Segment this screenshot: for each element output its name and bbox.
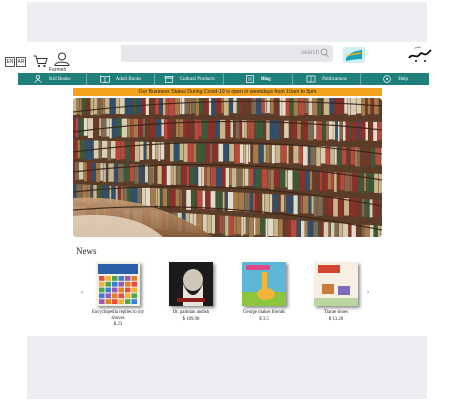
status-banner: Our Business Status During Covid-19 is o…	[73, 88, 382, 96]
book-cover[interactable]	[96, 262, 140, 306]
top-banner-placeholder	[27, 2, 427, 42]
help-icon	[383, 75, 392, 83]
news-heading: News	[76, 246, 97, 256]
bottom-banner-placeholder	[27, 336, 427, 399]
carousel-prev-button[interactable]: ‹	[81, 290, 83, 296]
nav-label: Adult Books	[115, 76, 142, 82]
search-bar[interactable]: search	[121, 45, 333, 62]
site-logo[interactable]: نشر	[406, 42, 434, 64]
blog-icon	[246, 75, 254, 83]
lang-ar-button[interactable]: AR	[16, 57, 26, 67]
kid-icon	[34, 75, 42, 83]
search-icon[interactable]	[320, 48, 329, 58]
nav-blog[interactable]: Blog	[224, 73, 293, 85]
news-card[interactable]: Dr. paimian andish $ 109.90	[163, 262, 219, 322]
open-book-icon	[99, 75, 110, 83]
book-title[interactable]: Tiarae shoes	[308, 310, 364, 316]
nav-label: Kid Books	[49, 76, 71, 82]
user-icon[interactable]	[53, 52, 71, 66]
main-navigation: Kid Books Adult Books Cultural Products …	[18, 73, 429, 85]
book-title[interactable]: Dr. paimian andish	[163, 310, 219, 316]
library-shelves-illustration	[73, 98, 382, 237]
book-cover[interactable]	[314, 262, 358, 306]
book-title[interactable]: Encyclopedia replies to my shoves	[90, 310, 146, 321]
lang-en-button[interactable]: EN	[5, 57, 15, 67]
book-cover[interactable]	[242, 262, 286, 306]
carousel-next-button[interactable]: ›	[367, 290, 369, 296]
nav-label: Help	[398, 76, 409, 82]
language-switcher[interactable]: EN AR	[5, 57, 26, 67]
nav-label: Cultural Products	[179, 76, 215, 82]
book-badge-icon	[343, 47, 365, 63]
nav-label: Publications	[322, 76, 347, 82]
publication-icon	[306, 75, 316, 83]
book-price: $ 13.20	[328, 316, 344, 322]
svg-text:نشر: نشر	[413, 44, 421, 49]
nav-help[interactable]: Help	[361, 73, 429, 85]
nav-kid-books[interactable]: Kid Books	[18, 73, 87, 85]
news-card[interactable]: George makes friends $ 3.5	[236, 262, 292, 322]
search-placeholder[interactable]: search	[301, 50, 319, 56]
book-price: $ 109.90	[182, 316, 200, 322]
nav-publications[interactable]: Publications	[293, 73, 362, 85]
gift-icon	[164, 76, 173, 83]
nav-cultural-products[interactable]: Cultural Products	[155, 73, 225, 85]
hero-library-image	[73, 98, 382, 237]
book-title[interactable]: George makes friends	[236, 310, 292, 316]
book-price: $ 3.5	[259, 316, 269, 322]
book-cover[interactable]	[169, 262, 213, 306]
nav-label: Blog	[260, 76, 271, 82]
cart-icon[interactable]	[33, 55, 48, 68]
news-card[interactable]: Encyclopedia replies to my shoves $ 23	[90, 262, 146, 327]
nav-adult-books[interactable]: Adult Books	[87, 73, 156, 85]
news-card[interactable]: Tiarae shoes $ 13.20	[308, 262, 364, 322]
book-price: $ 23	[113, 322, 123, 327]
